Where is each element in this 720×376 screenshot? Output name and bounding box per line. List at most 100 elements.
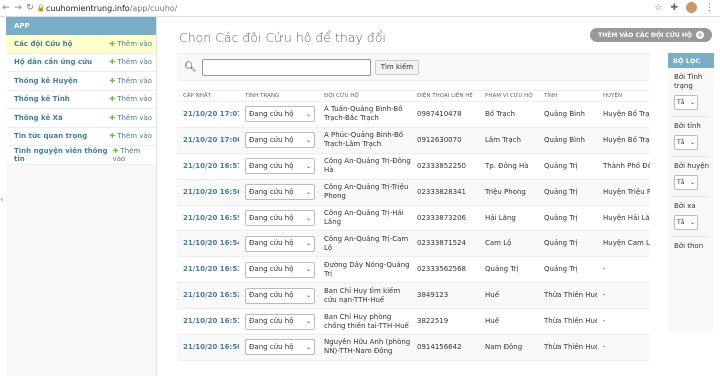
chevron-down-icon: ⌄ bbox=[305, 136, 311, 144]
sidebar-item[interactable]: Hộ dân cần ứng cứu ✚ Thêm vào bbox=[6, 53, 156, 72]
team-cell: Ban Chỉ Huy phòng chống thiên tai-TTH-Hu… bbox=[324, 312, 409, 330]
sidebar-item[interactable]: Các đội Cứu hộ ✚ Thêm vào bbox=[6, 35, 156, 54]
table-row: 21/10/20 16:56 Đang cứu hộ ⌄ Công An-Quảng … bbox=[177, 179, 650, 206]
sidebar-add-link[interactable]: ✚ Thêm vào bbox=[113, 147, 152, 163]
sidebar-item[interactable]: Tin tức quan trọng ✚ Thêm vào bbox=[6, 127, 156, 146]
phone-cell: 02333873206 bbox=[417, 213, 466, 222]
phone-cell: 0987410478 bbox=[417, 109, 462, 118]
status-select[interactable]: Đang cứu hộ ⌄ bbox=[245, 184, 315, 201]
status-select[interactable]: Đang cứu hộ ⌄ bbox=[245, 339, 315, 356]
sidebar-item-label[interactable]: Hộ dân cần ứng cứu bbox=[14, 58, 92, 66]
province-cell: Quảng Trị bbox=[544, 187, 578, 196]
status-value: Đang cứu hộ bbox=[249, 291, 294, 300]
chevron-down-icon: ⌄ bbox=[305, 343, 311, 351]
scope-cell: Lâm Trạch bbox=[485, 135, 521, 144]
province-cell: Quảng Bình bbox=[544, 135, 585, 144]
status-select[interactable]: Đang cứu hộ ⌄ bbox=[245, 261, 315, 278]
status-select[interactable]: Đang cứu hộ ⌄ bbox=[245, 106, 315, 123]
plus-icon: ✚ bbox=[109, 95, 116, 104]
updated-link[interactable]: 21/10/20 16:53 bbox=[177, 265, 239, 274]
sidebar-item[interactable]: Thống kê Tỉnh ✚ Thêm vào bbox=[6, 90, 156, 109]
star-icon[interactable]: ☆ bbox=[654, 3, 662, 13]
updated-link[interactable]: 21/10/20 17:00 bbox=[177, 136, 239, 145]
status-cell: Đang cứu hộ ⌄ bbox=[239, 132, 318, 149]
phone-cell: 3822519 bbox=[417, 317, 449, 326]
column-header-province[interactable]: TỈNH bbox=[538, 93, 597, 99]
column-header-team[interactable]: ĐỘI CỨU HỘ bbox=[318, 93, 411, 99]
address-bar[interactable]: cuuhomientrung.info/app/cuuho/ bbox=[46, 4, 177, 13]
collapse-icon[interactable]: ‹ bbox=[0, 195, 4, 205]
chevron-down-icon: ⌄ bbox=[305, 188, 311, 196]
status-select[interactable]: Đang cứu hộ ⌄ bbox=[245, 132, 315, 149]
reload-icon[interactable]: ↻ bbox=[24, 3, 36, 13]
sidebar-add-link[interactable]: ✚ Thêm vào bbox=[109, 58, 152, 66]
column-header-status[interactable]: TÌNH TRẠNG bbox=[239, 93, 318, 99]
sidebar-item-label[interactable]: Thống kê Tỉnh bbox=[14, 95, 70, 103]
filter-select[interactable]: Tấ ⌄ bbox=[674, 95, 698, 110]
forward-icon[interactable]: → bbox=[12, 3, 24, 13]
status-select[interactable]: Đang cứu hộ ⌄ bbox=[245, 287, 315, 304]
updated-link[interactable]: 21/10/20 16:50 bbox=[177, 343, 239, 352]
menu-icon[interactable]: ⋮ bbox=[705, 3, 714, 13]
avatar[interactable] bbox=[686, 2, 697, 13]
column-header-district[interactable]: HUYỆN bbox=[597, 93, 650, 99]
sidebar-item-label[interactable]: Tình nguyện viên thông tin bbox=[14, 147, 113, 163]
sidebar-add-link[interactable]: ✚ Thêm vào bbox=[109, 114, 152, 122]
status-value: Đang cứu hộ bbox=[249, 239, 294, 248]
extensions-icon[interactable]: ✚ bbox=[670, 3, 678, 13]
sidebar: APP Các đội Cứu hộ ✚ Thêm vào Hộ dân cần ứn… bbox=[6, 17, 157, 376]
team-cell: Nguyễn Hữu Ánh (phòng NN)-TTH-Nam Đông bbox=[324, 338, 411, 356]
sidebar-item[interactable]: Thống kê Xã ✚ Thêm vào bbox=[6, 109, 156, 128]
status-select[interactable]: Đang cứu hộ ⌄ bbox=[245, 235, 315, 252]
filter-select[interactable]: Tấ ⌄ bbox=[674, 135, 698, 150]
scope-cell: Hải Lăng bbox=[485, 213, 516, 222]
updated-link[interactable]: 21/10/20 16:51 bbox=[177, 317, 239, 326]
sidebar-item[interactable]: Thống kê Huyện ✚ Thêm vào bbox=[6, 72, 156, 91]
sidebar-add-link[interactable]: ✚ Thêm vào bbox=[109, 132, 152, 140]
province-cell: Thừa Thiên Huế bbox=[544, 291, 597, 300]
column-header-scope[interactable]: PHẠM VI CỨU HỘ bbox=[479, 93, 538, 99]
sidebar-item-label[interactable]: Thống kê Huyện bbox=[14, 77, 78, 85]
plus-icon: + bbox=[696, 30, 704, 39]
lock-icon[interactable]: 🔒 bbox=[36, 4, 46, 12]
filter-select[interactable]: Tấ ⌄ bbox=[674, 215, 698, 230]
updated-link[interactable]: 21/10/20 16:52 bbox=[177, 291, 239, 300]
search-input[interactable] bbox=[201, 58, 371, 76]
status-select[interactable]: Đang cứu hộ ⌄ bbox=[245, 210, 315, 226]
updated-link[interactable]: 21/10/20 16:57 bbox=[177, 162, 239, 171]
status-select[interactable]: Đang cứu hộ ⌄ bbox=[245, 313, 315, 330]
add-team-button[interactable]: THÊM VÀO CÁC ĐỘI CỨU HỘ + bbox=[590, 28, 712, 42]
sidebar-item[interactable]: Tình nguyện viên thông tin ✚ Thêm vào bbox=[6, 146, 156, 165]
sidebar-item-label[interactable]: Tin tức quan trọng bbox=[14, 132, 87, 140]
sidebar-item-label[interactable]: Các đội Cứu hộ bbox=[14, 40, 72, 48]
chevron-down-icon: ⌄ bbox=[305, 318, 311, 326]
status-value: Đang cứu hộ bbox=[249, 109, 294, 118]
sidebar-add-link[interactable]: ✚ Thêm vào bbox=[109, 95, 152, 103]
table-row: 21/10/20 16:51 Đang cứu hộ ⌄ Ban Chỉ Huy ph… bbox=[177, 309, 650, 336]
filter-select[interactable]: Tấ ⌄ bbox=[674, 175, 698, 190]
updated-link[interactable]: 21/10/20 16:54 bbox=[177, 239, 239, 248]
team-cell: Công An-Quảng Trị-Đông Hà bbox=[324, 157, 411, 175]
district-cell: Huyện Cam Lộ bbox=[603, 239, 650, 248]
page-title: Chọn Các đội Cứu hộ để thay đổi bbox=[179, 30, 386, 45]
status-cell: Đang cứu hộ ⌄ bbox=[239, 158, 318, 175]
chevron-down-icon: ⌄ bbox=[305, 214, 311, 222]
district-cell: - bbox=[603, 342, 606, 351]
table-row: 21/10/20 17:07 Đang cứu hộ ⌄ A Tuấn-Quảng B… bbox=[177, 102, 650, 128]
updated-link[interactable]: 21/10/20 17:07 bbox=[177, 110, 239, 119]
column-header-updated[interactable]: CẬP NHẬT bbox=[177, 93, 239, 99]
updated-link[interactable]: 21/10/20 16:56 bbox=[177, 188, 239, 197]
status-select[interactable]: Đang cứu hộ ⌄ bbox=[245, 158, 315, 175]
filter-group: Bởi xa Tấ ⌄ bbox=[668, 197, 714, 230]
back-icon[interactable]: ← bbox=[0, 3, 12, 13]
phone-cell: 02333562568 bbox=[417, 265, 466, 274]
district-cell: - bbox=[603, 265, 606, 274]
sidebar-add-link[interactable]: ✚ Thêm vào bbox=[109, 40, 152, 48]
search-button[interactable]: Tìm kiếm bbox=[374, 59, 420, 75]
column-header-phone[interactable]: ĐIỆN THOẠI LIÊN HỆ bbox=[411, 93, 479, 99]
updated-link[interactable]: 21/10/20 16:55 bbox=[177, 214, 239, 223]
team-cell: Ban Chỉ Huy tìm kiếm cứu nạn-TTH-Huế bbox=[324, 286, 401, 304]
sidebar-add-link[interactable]: ✚ Thêm vào bbox=[109, 77, 152, 85]
sidebar-item-label[interactable]: Thống kê Xã bbox=[14, 114, 63, 122]
sidebar-add-label: Thêm vào bbox=[117, 113, 152, 122]
